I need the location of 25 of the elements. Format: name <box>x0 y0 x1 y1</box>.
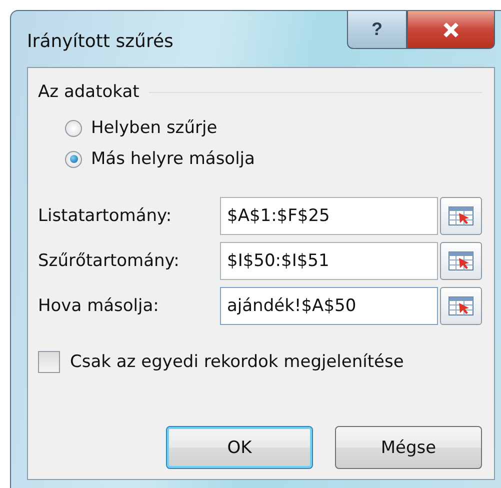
field-label: Szűrőtartomány: <box>38 251 180 271</box>
range-select-button[interactable] <box>440 242 482 280</box>
range-select-button[interactable] <box>440 197 482 235</box>
range-select-icon <box>448 206 474 226</box>
close-icon <box>442 22 460 38</box>
close-button[interactable] <box>407 11 495 49</box>
group-label: Az adatokat <box>38 82 140 102</box>
range-field[interactable]: $A$1:$F$25 <box>220 197 438 235</box>
radio-label: Más helyre másolja <box>91 149 255 169</box>
range-select-button[interactable] <box>440 287 482 325</box>
range-select-icon <box>448 296 474 316</box>
field-label: Hova másolja: <box>38 296 160 316</box>
field-label: Listatartomány: <box>38 206 173 226</box>
radio-label: Helyben szűrje <box>91 118 218 138</box>
radio-button[interactable] <box>65 150 82 168</box>
range-select-icon <box>448 251 474 271</box>
dialog-button[interactable]: OK <box>166 426 313 469</box>
help-button[interactable]: ? <box>347 11 407 49</box>
checkbox[interactable] <box>38 351 60 373</box>
checkbox-label: Csak az egyedi rekordok megjelenítése <box>70 352 404 372</box>
dialog-button[interactable]: Mégse <box>335 426 482 469</box>
window-title: Irányított szűrés <box>27 31 174 52</box>
range-field[interactable]: $I$50:$I$51 <box>220 242 438 280</box>
radio-button[interactable] <box>65 120 82 136</box>
range-field[interactable]: ajándék!$A$50 <box>220 287 438 325</box>
